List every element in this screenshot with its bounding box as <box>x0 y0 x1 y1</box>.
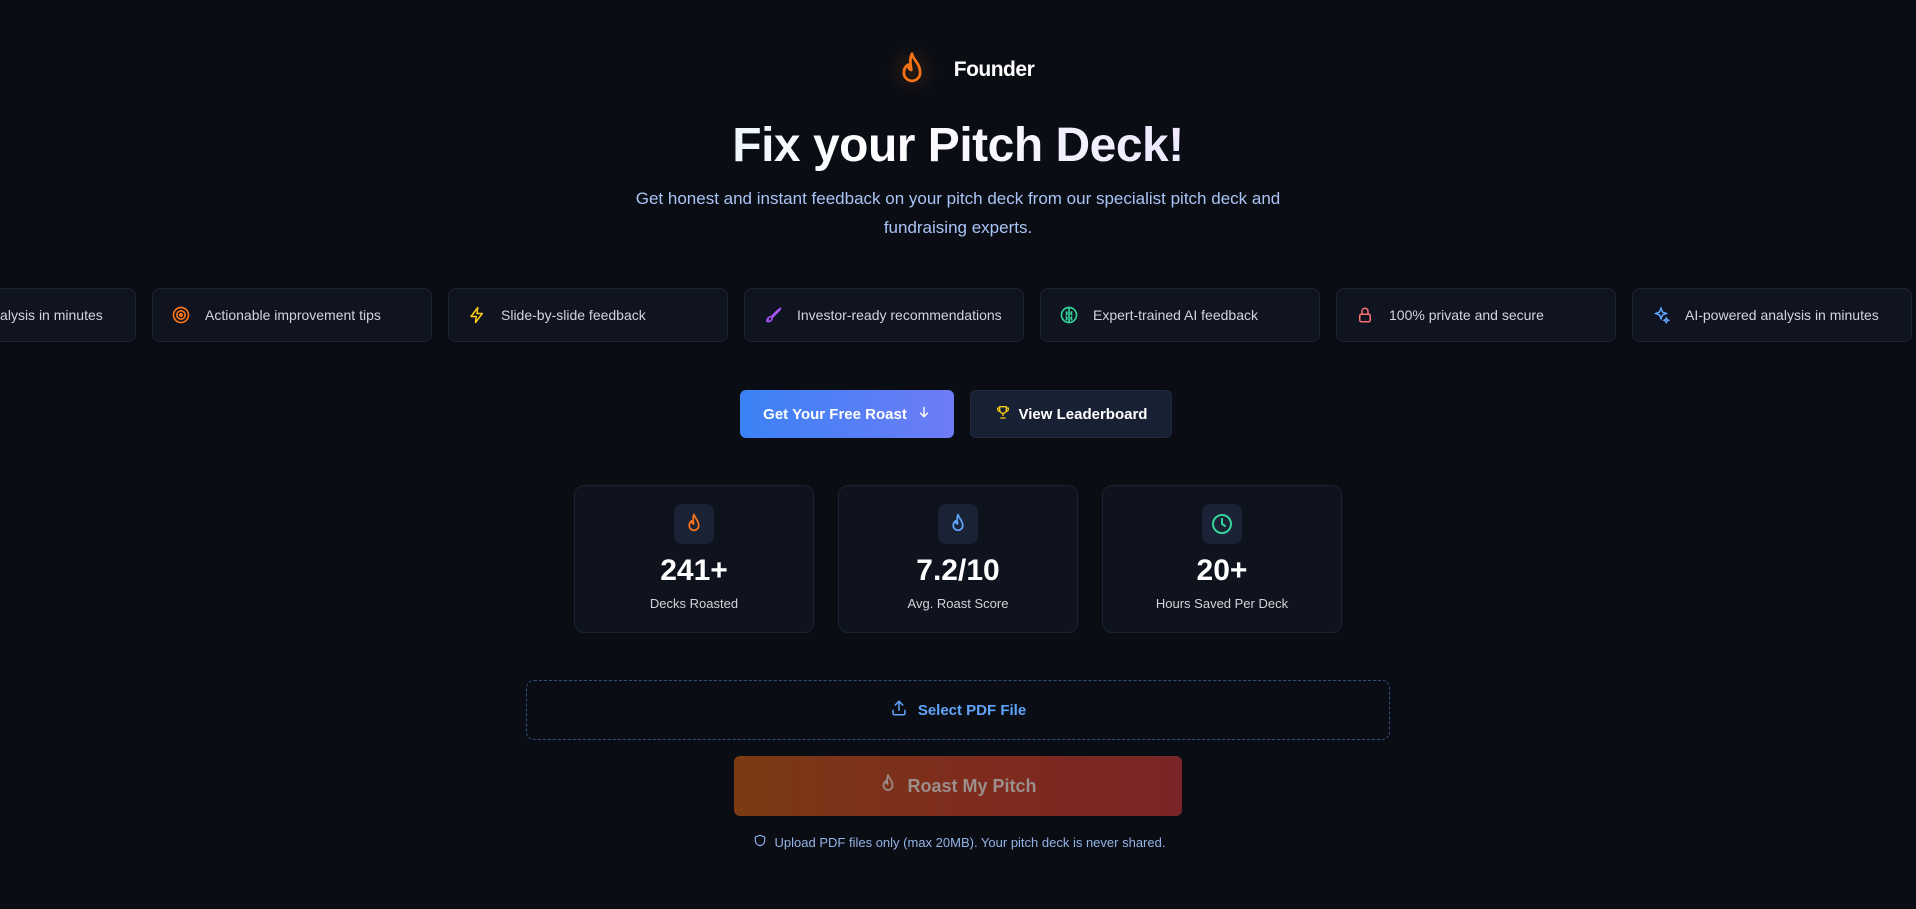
page: Founder 15 Fix your Pitch Deck! Get hone… <box>0 0 1916 909</box>
feature-card: Actionable improvement tips <box>152 288 432 342</box>
stat-card-hours-saved: 20+ Hours Saved Per Deck <box>1102 485 1342 633</box>
upload-icon <box>890 699 908 721</box>
brand-logo[interactable]: Founder 15 <box>0 44 1916 96</box>
feature-label: Expert-trained AI feedback <box>1093 307 1258 323</box>
clock-icon <box>1202 504 1242 544</box>
stat-value: 20+ <box>1196 554 1248 587</box>
stat-label: Hours Saved Per Deck <box>1155 596 1289 611</box>
select-pdf-label: Select PDF File <box>917 701 1027 719</box>
arrow-down-icon <box>917 405 931 423</box>
trophy-icon <box>995 404 1011 424</box>
feature-label: 100% private and secure <box>1389 307 1544 323</box>
feature-card: Slide-by-slide feedback <box>448 288 728 342</box>
stat-value: 7.2/10 <box>916 554 1000 587</box>
feature-label: AI-powered analysis in minutes <box>1685 307 1879 323</box>
stat-value: 241+ <box>660 554 728 587</box>
privacy-note: Upload PDF files only (max 20MB). Your p… <box>0 833 1916 851</box>
lock-icon <box>1355 305 1375 325</box>
flame-icon <box>674 504 714 544</box>
brand-name: Founder <box>953 58 1035 81</box>
pdf-upload-dropzone[interactable]: Select PDF File <box>526 680 1390 740</box>
get-free-roast-label: Get Your Free Roast <box>763 405 907 423</box>
feature-card: AI-powered analysis in minutes <box>1632 288 1912 342</box>
cta-row: Get Your Free Roast View Leaderboard <box>0 390 1916 438</box>
view-leaderboard-button[interactable]: View Leaderboard <box>970 390 1172 438</box>
feature-label: Slide-by-slide feedback <box>501 307 646 323</box>
stat-card-decks-roasted: 241+ Decks Roasted <box>574 485 814 633</box>
lightning-icon <box>467 305 487 325</box>
feature-label: AI-powered analysis in minutes <box>0 307 103 323</box>
feature-strip: AI-powered analysis in minutes Actionabl… <box>0 288 1916 342</box>
flame-icon <box>885 44 938 96</box>
feature-card: AI-powered analysis in minutes <box>0 288 136 342</box>
feature-label: Actionable improvement tips <box>205 307 381 323</box>
privacy-note-text: Upload PDF files only (max 20MB). Your p… <box>774 834 1166 850</box>
brain-icon <box>1059 305 1079 325</box>
feature-card: 100% private and secure <box>1336 288 1616 342</box>
stat-label: Avg. Roast Score <box>907 596 1009 611</box>
shield-icon <box>753 833 767 851</box>
feature-card: Expert-trained AI feedback <box>1040 288 1320 342</box>
get-free-roast-button[interactable]: Get Your Free Roast <box>740 390 954 438</box>
rocket-icon <box>763 305 783 325</box>
feature-label: Investor-ready recommendations <box>797 307 1002 323</box>
page-subtitle: Get honest and instant feedback on your … <box>635 189 1281 237</box>
stat-card-avg-roast-score: 7.2/10 Avg. Roast Score <box>838 485 1078 633</box>
roast-my-pitch-button[interactable]: Roast My Pitch <box>734 756 1182 816</box>
feature-card: Investor-ready recommendations <box>744 288 1024 342</box>
brand-wordmark: Founder 15 <box>953 56 1047 82</box>
target-icon <box>171 305 191 325</box>
page-title: Fix your Pitch Deck! <box>0 118 1916 173</box>
flame-icon <box>879 773 897 800</box>
roast-my-pitch-label: Roast My Pitch <box>907 775 1037 796</box>
sparkles-icon <box>1651 305 1671 325</box>
stat-label: Decks Roasted <box>649 596 739 611</box>
view-leaderboard-label: View Leaderboard <box>1018 405 1148 423</box>
flame-icon <box>938 504 978 544</box>
stats-row: 241+ Decks Roasted 7.2/10 Avg. Roast Sco… <box>0 485 1916 633</box>
